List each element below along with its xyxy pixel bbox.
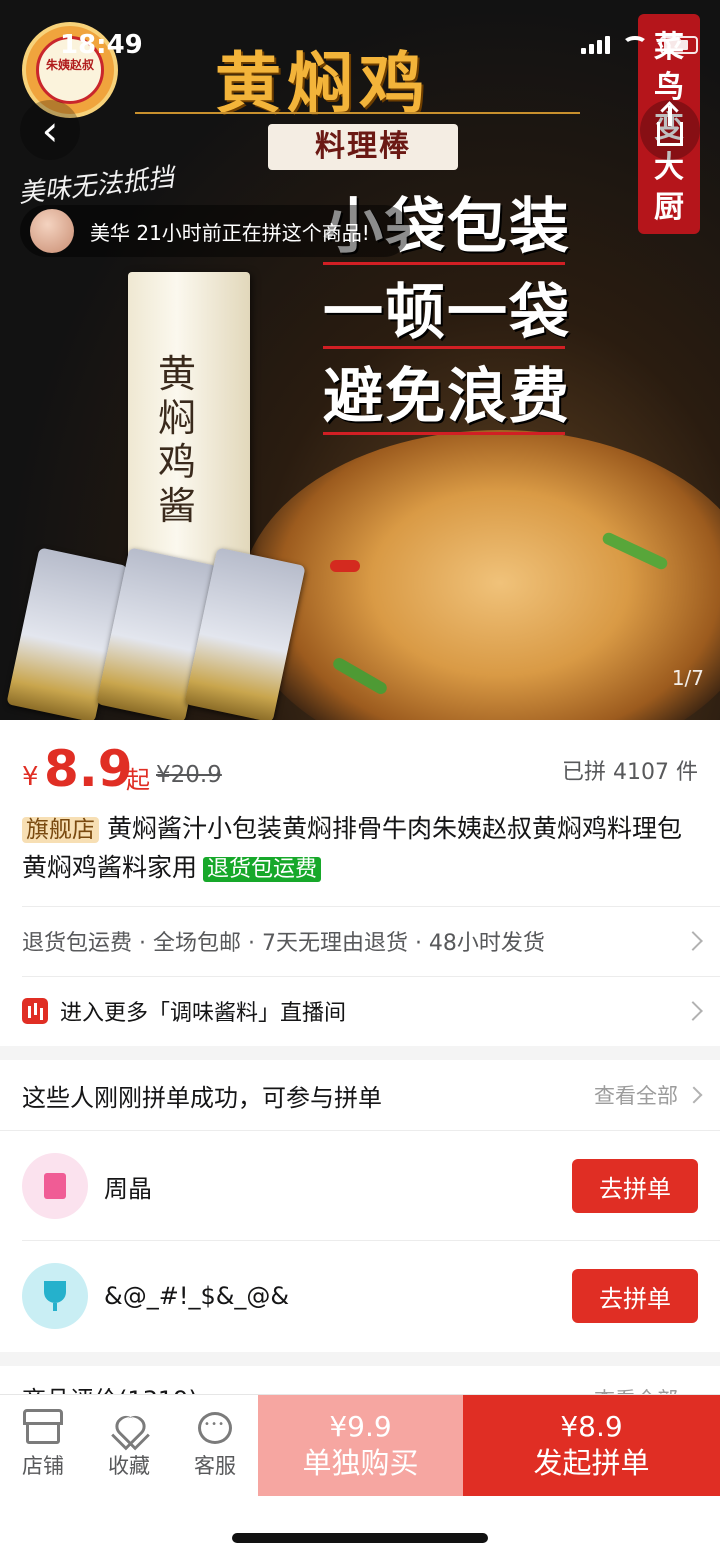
hero-rule <box>135 112 580 114</box>
buy-alone-button[interactable]: ¥9.9 单独购买 <box>258 1395 463 1496</box>
price-row: ¥ 8.9 起 ¥20.9 已拼 4107 件 <box>22 740 698 798</box>
live-room-text: 进入更多「调味酱料」直播间 <box>60 1001 347 1026</box>
divider <box>22 906 720 907</box>
chili-decoration <box>330 560 360 572</box>
group-activity-tip: 美华 21小时前正在拼这个商品! <box>20 205 410 257</box>
customer-service-button[interactable]: 客服 <box>172 1395 258 1496</box>
promo-line-3: 避免浪费 <box>323 362 571 432</box>
section-gap <box>0 1046 720 1060</box>
buy-alone-price: ¥9.9 <box>329 1409 392 1443</box>
hero-slogan: 美味无法抵挡 <box>17 162 176 210</box>
status-icons <box>581 36 698 54</box>
shop-tag: 旗舰店 <box>22 817 99 843</box>
bottom-action-bar: 店铺 收藏 客服 ¥9.9 单独购买 ¥8.9 发起拼单 <box>0 1394 720 1496</box>
product-title: 旗舰店 黄焖酱汁小包装黄焖排骨牛肉朱姨赵叔黄焖鸡料理包黄焖鸡酱料家用 退货包运费 <box>22 810 698 889</box>
product-title-text: 黄焖酱汁小包装黄焖排骨牛肉朱姨赵叔黄焖鸡料理包黄焖鸡酱料家用 <box>22 814 683 882</box>
group-label: 发起拼单 <box>533 1445 650 1480</box>
chevron-right-icon <box>683 931 703 951</box>
service-row[interactable]: 退货包运费 · 全场包邮 · 7天无理由退货 · 48小时发货 <box>22 918 703 964</box>
original-price: ¥20.9 <box>156 762 222 788</box>
group-buy-title: 这些人刚刚拼单成功，可参与拼单 <box>22 1083 382 1112</box>
chevron-right-icon <box>683 1001 703 1021</box>
share-icon <box>657 106 683 146</box>
buy-alone-label: 单独购买 <box>302 1445 419 1480</box>
share-button[interactable] <box>640 100 700 160</box>
heart-icon <box>112 1412 146 1444</box>
group-price: ¥8.9 <box>560 1409 623 1443</box>
chat-icon <box>198 1411 232 1444</box>
group-user-name: 周晶 <box>104 1174 152 1203</box>
favorite-button[interactable]: 收藏 <box>86 1395 172 1496</box>
start-group-button[interactable]: ¥8.9 发起拼单 <box>463 1395 720 1496</box>
signal-icon <box>581 36 610 54</box>
group-tip-text: 美华 21小时前正在拼这个商品! <box>90 220 370 245</box>
divider <box>0 1130 720 1131</box>
currency-symbol: ¥ <box>22 762 39 792</box>
divider <box>22 1240 720 1241</box>
group-row: &@_#!_$&_@& 去拼单 <box>22 1254 698 1338</box>
divider <box>22 976 720 977</box>
back-button[interactable]: ‹ <box>20 100 80 160</box>
chevron-right-icon <box>685 1086 703 1104</box>
avatar <box>22 1263 88 1329</box>
chevron-left-icon: ‹ <box>41 105 59 155</box>
live-icon <box>22 998 48 1024</box>
product-box-image: 黄焖鸡酱 <box>128 272 250 572</box>
group-buy-header: 这些人刚刚拼单成功，可参与拼单 查看全部 <box>22 1072 703 1118</box>
wifi-icon <box>622 36 648 54</box>
status-time: 18:49 <box>60 30 143 60</box>
return-tag: 退货包运费 <box>203 857 322 882</box>
home-indicator[interactable] <box>232 1533 488 1543</box>
live-room-row[interactable]: 进入更多「调味酱料」直播间 <box>22 988 703 1034</box>
product-image-carousel[interactable]: 黄焖鸡酱 黄焖鸡 料理棒 美味无法抵挡 朱姨赵叔 菜 鸟 变 大 厨 小袋包装 … <box>0 0 720 720</box>
group-row: 周晶 去拼单 <box>22 1144 698 1228</box>
view-all-link[interactable]: 查看全部 <box>594 1080 678 1110</box>
food-plate-image <box>240 430 720 720</box>
group-user-name: &@_#!_$&_@& <box>104 1282 290 1310</box>
store-icon <box>23 1408 63 1444</box>
image-pager: 1/7 <box>671 666 704 690</box>
price: 8.9 <box>44 740 133 798</box>
avatar <box>30 209 74 253</box>
section-gap <box>0 1352 720 1366</box>
avatar <box>22 1153 88 1219</box>
battery-icon <box>660 36 698 54</box>
service-text: 退货包运费 · 全场包邮 · 7天无理由退货 · 48小时发货 <box>22 931 545 956</box>
join-group-button[interactable]: 去拼单 <box>572 1159 698 1213</box>
sold-count: 已拼 4107 件 <box>562 760 698 785</box>
package-label: 黄焖鸡酱 <box>158 352 197 528</box>
store-button[interactable]: 店铺 <box>0 1395 86 1496</box>
promo-line-2: 一顿一袋 <box>323 278 571 348</box>
price-suffix: 起 <box>126 766 150 794</box>
hero-sub-title: 料理棒 <box>268 124 458 170</box>
join-group-button[interactable]: 去拼单 <box>572 1269 698 1323</box>
